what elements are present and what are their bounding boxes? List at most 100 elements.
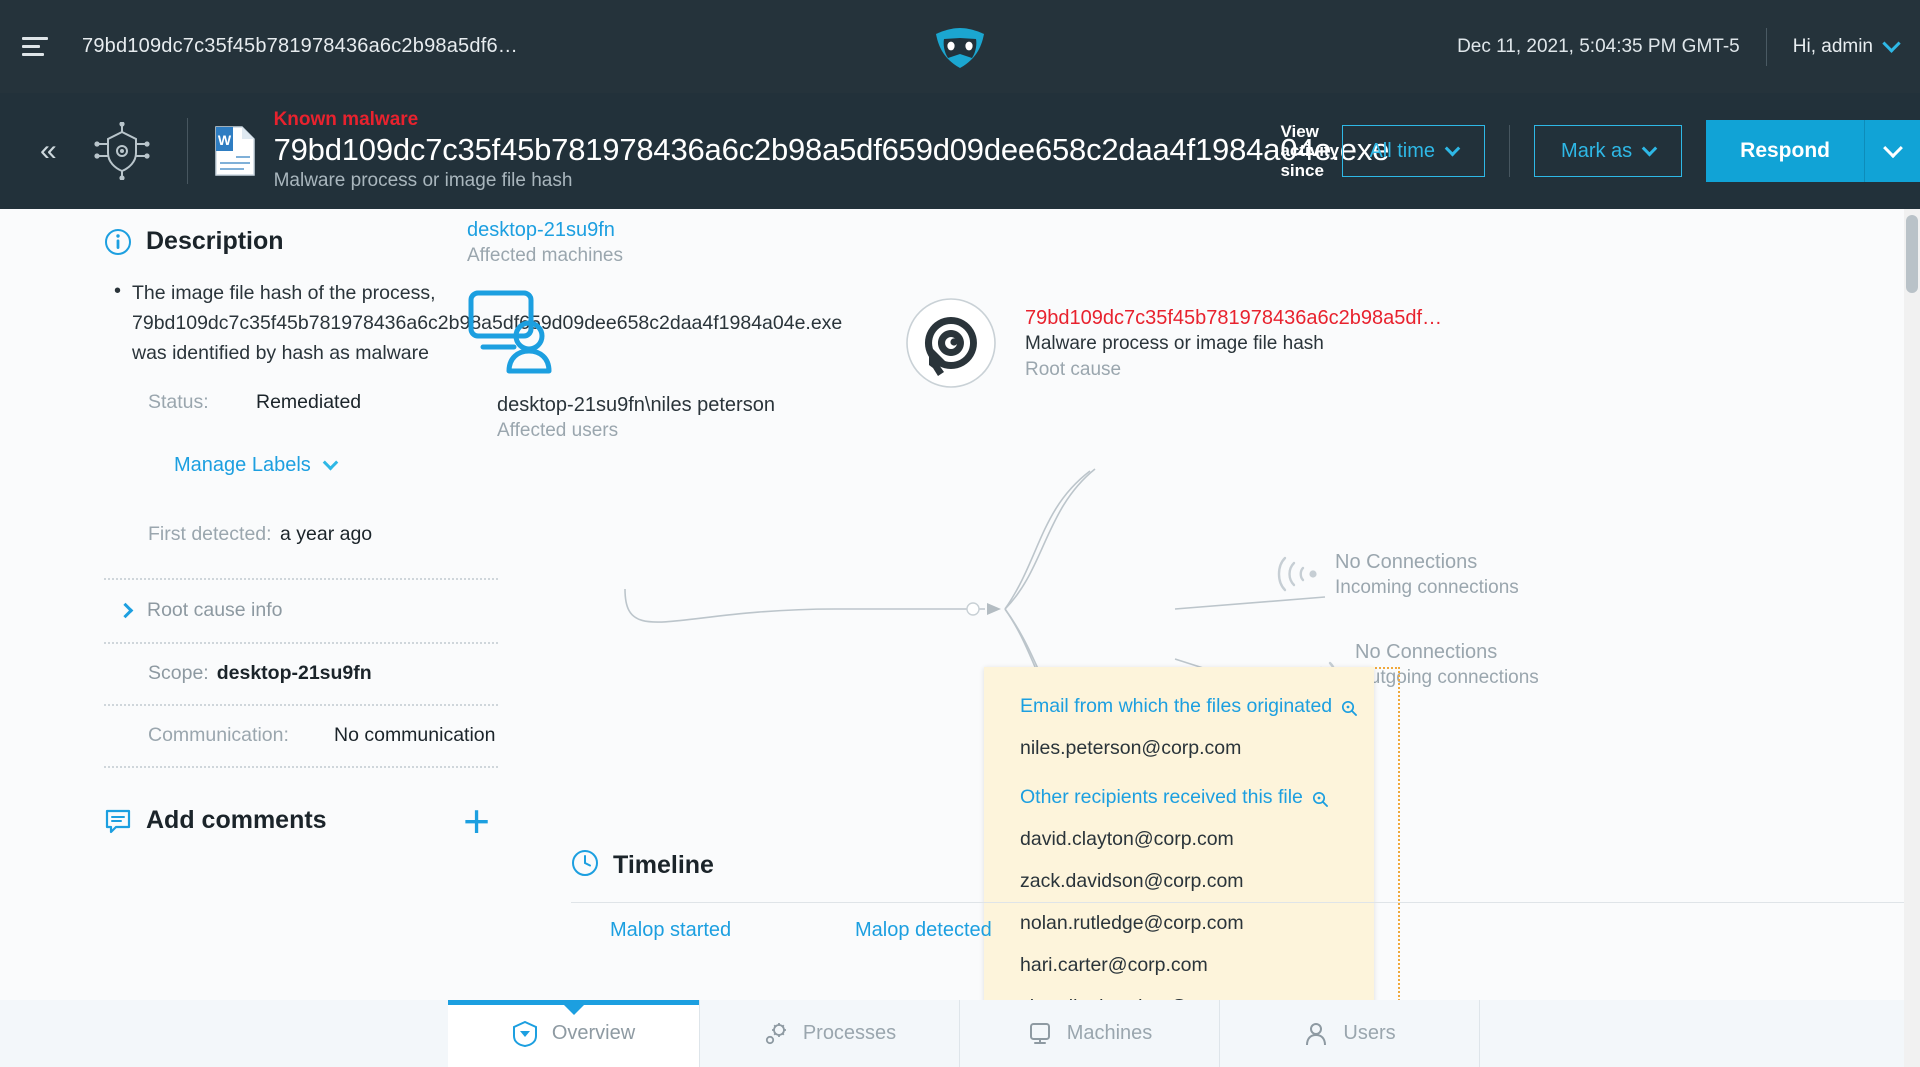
page-subtitle: Malware process or image file hash [273,169,573,191]
comment-icon [104,807,132,835]
timeline-marks: Malop started Malop detected [535,919,1920,959]
tab-machines-label: Machines [1066,1022,1153,1044]
root-cause-target-icon[interactable] [905,297,997,394]
tab-machines[interactable]: Machines [960,1000,1220,1067]
user-greeting-label: Hi, admin [1792,35,1873,57]
manage-labels-label: Manage Labels [174,453,311,476]
description-panel: Description The image file hash of the p… [0,209,842,999]
main-content: Description The image file hash of the p… [0,209,1920,1067]
divider [186,118,188,184]
first-detected-value: a year ago [280,522,373,545]
status-row: Status: Remediated [0,391,535,414]
status-value: Remediated [256,390,362,413]
view-activity-since-label: View activity since [1280,122,1340,180]
recipients-heading: Other recipients received this file [1020,786,1303,808]
malop-details-page: 79bd109dc7c35f45b781978436a6c2b98a5df6… … [0,0,1920,1067]
vertical-scrollbar-track[interactable] [1904,209,1920,1067]
divider [104,765,498,768]
page-title: 79bd109dc7c35f45b781978436a6c2b98a5df659… [273,132,1390,168]
chevron-down-icon [1444,140,1461,156]
magnifier-icon[interactable] [1341,699,1358,716]
communication-value: No communication [334,724,496,747]
incoming-subtitle: Incoming connections [1335,577,1519,598]
chevron-down-icon [322,454,339,471]
header-actions: All time Mark as Respond [1342,93,1920,209]
malop-shield-icon [91,121,153,181]
description-header: Description [0,227,535,256]
root-cause-info-label: Root cause info [147,599,283,622]
owl-logo [928,24,992,70]
machine-node-subtitle: Affected machines [467,245,623,266]
overview-icon [512,1020,538,1047]
tab-users-label: Users [1343,1022,1396,1044]
tab-users[interactable]: Users [1220,1000,1480,1067]
processes-icon [763,1021,789,1047]
users-icon [1303,1021,1329,1047]
top-navigation-bar: 79bd109dc7c35f45b781978436a6c2b98a5df6… … [0,0,1920,93]
origin-email-value: niles.peterson@corp.com [1020,737,1242,759]
timeline-header: Timeline [571,849,1920,882]
plus-icon[interactable]: + [463,798,490,844]
user-node-title: desktop-21su9fn\niles peterson [497,394,775,416]
word-document-icon: W [214,125,256,177]
hamburger-icon[interactable] [22,34,56,60]
tab-processes-label: Processes [802,1022,897,1044]
tab-processes[interactable]: Processes [700,1000,960,1067]
respond-dropdown-toggle[interactable] [1864,120,1920,182]
timeline-mark-malop-started[interactable]: Malop started [610,919,731,942]
divider [1765,27,1767,66]
respond-button[interactable]: Respond [1706,120,1864,182]
chevron-down-icon [1882,138,1903,159]
tab-overview[interactable]: Overview [448,1000,700,1067]
affected-users-node[interactable]: desktop-21su9fn\niles peterson Affected … [497,392,775,444]
machines-icon [1027,1021,1053,1047]
collapse-panel-button[interactable]: « [40,136,57,166]
recipients-heading-row[interactable]: Other recipients received this file [1020,786,1374,809]
incoming-connections-node[interactable]: No Connections Incoming connections [1335,549,1519,601]
time-filter-dropdown[interactable]: All time [1342,125,1486,177]
timeline-section: Timeline Malop started Malop detected [535,849,1920,969]
svg-text:W: W [217,132,231,148]
root-cause-title: 79bd109dc7c35f45b781978436a6c2b98a5df… [1025,307,1443,329]
time-filter-label: All time [1369,139,1436,162]
scope-value: desktop-21su9fn [216,662,372,685]
affected-machines-node[interactable]: desktop-21su9fn Affected machines [467,217,623,269]
chevron-down-icon [1882,34,1901,53]
malop-title-block: Known malware 79bd109dc7c35f45b781978436… [273,108,1390,193]
divider [1509,125,1511,177]
recipient-email: david.clayton@corp.com [1020,828,1234,850]
first-detected-row: First detected: a year ago [0,523,535,546]
machine-user-icon [467,289,563,380]
current-datetime: Dec 11, 2021, 5:04:35 PM GMT-5 [1457,35,1740,57]
add-comments-section: Add comments + [0,798,490,844]
chevron-right-icon [117,602,134,619]
manage-labels-dropdown[interactable]: Manage Labels [0,454,535,477]
origin-email-heading: Email from which the files originated [1020,695,1333,717]
root-cause-info-toggle[interactable]: Root cause info [0,580,535,642]
severity-label: Known malware [273,109,419,131]
description-bullets: The image file hash of the process, 79bd… [0,276,842,369]
incoming-signal-icon [1275,554,1327,599]
mark-as-dropdown[interactable]: Mark as [1534,125,1683,177]
edge-arrow [987,603,1001,615]
magnifier-icon[interactable] [1312,790,1328,807]
description-title: Description [146,227,284,255]
timeline-title: Timeline [613,851,714,879]
malop-header: « W Known malware 79bd109dc7c35f45b78197… [0,93,1920,209]
machine-node-title: desktop-21su9fn [467,219,615,241]
user-menu[interactable]: Hi, admin [1792,34,1901,58]
scope-row: Scope: desktop-21su9fn [0,644,535,704]
divider [571,902,1920,903]
clock-icon [571,849,599,882]
bottom-tab-bar: Overview Processes Machines Users [0,1000,1920,1067]
origin-email-heading-row[interactable]: Email from which the files originated [1020,695,1374,718]
communication-row: Communication: No communication [0,706,535,766]
user-node-subtitle: Affected users [497,420,619,441]
status-label: Status: [148,390,209,413]
top-hash-title: 79bd109dc7c35f45b781978436a6c2b98a5df6… [82,35,518,57]
root-cause-node-label[interactable]: 79bd109dc7c35f45b781978436a6c2b98a5df… M… [1025,305,1445,382]
outgoing-title: No Connections [1355,641,1498,663]
mark-as-label: Mark as [1561,139,1633,162]
timeline-mark-malop-detected[interactable]: Malop detected [855,919,992,942]
vertical-scrollbar-thumb[interactable] [1906,215,1918,293]
